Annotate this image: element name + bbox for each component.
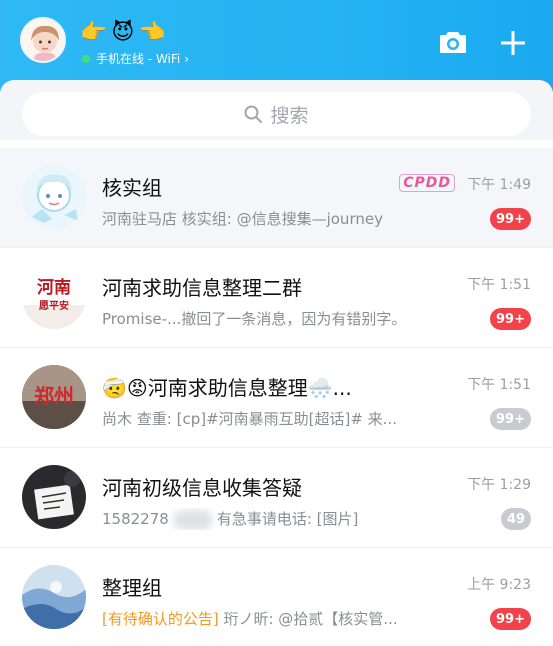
unread-badge: 99+ [490, 308, 531, 330]
preview-end: 有急事请电话: [图片] [216, 510, 359, 528]
chat-title: 河南求助信息整理二群 [102, 276, 302, 300]
chat-item-henan-help-group-2[interactable]: 河南 愿平安 河南求助信息整理二群 Promise-...撤回了一条消息，因为有… [0, 248, 553, 348]
title-text: 河南求助信息整理🌨️... [147, 376, 352, 400]
add-button[interactable] [500, 30, 526, 56]
smiling-devil-emoji: 😈 [111, 20, 135, 45]
chat-list: 核实组 河南驻马店 核实组: @信息搜集—journey CPDD 下午 1:4… [0, 148, 553, 646]
chat-avatar [22, 165, 86, 229]
online-dot-icon [82, 54, 90, 63]
chat-time: 上午 9:23 [467, 577, 531, 593]
chat-item-hesh-group[interactable]: 核实组 河南驻马店 核实组: @信息搜集—journey CPDD 下午 1:4… [0, 148, 553, 248]
chat-preview: [有待确认的公告] 珩ノ昕: @拾贰【核实管... [102, 608, 398, 629]
chat-avatar [22, 565, 86, 629]
pointing-right-emoji: 👉 [80, 20, 108, 45]
chat-time: 下午 1:29 [467, 477, 531, 493]
top-bar: 👉 😈 👈 手机在线 - WiFi › [0, 0, 553, 92]
chat-preview: 尚木 查重: [cp]#河南暴雨互助[超话]# 来... [102, 410, 397, 428]
chat-title: 河南初级信息收集答疑 [102, 476, 302, 500]
preview-text: 珩ノ昕: @拾贰【核实管... [218, 610, 398, 628]
search-icon [244, 105, 263, 123]
unread-badge: 49 [500, 508, 531, 530]
chat-avatar: 郑州 [22, 365, 86, 429]
chat-title: 整理组 [102, 576, 162, 600]
my-avatar[interactable] [20, 17, 66, 63]
search-bar[interactable]: 搜索 [22, 92, 531, 136]
camera-icon [440, 32, 466, 53]
online-status-text: 手机在线 - WiFi [96, 52, 181, 66]
chat-list-screen: 👉 😈 👈 手机在线 - WiFi › 搜索 核实组 河南驻马店 核实组: @信… [0, 0, 553, 646]
chat-item-henan-help-group[interactable]: 郑州 🤕😡河南求助信息整理🌨️... 尚木 查重: [cp]#河南暴雨互助[超话… [0, 348, 553, 448]
unread-badge: 99+ [490, 608, 531, 630]
chat-time: 下午 1:49 [467, 177, 531, 193]
camera-button[interactable] [439, 30, 467, 54]
nickname-emojis: 👉 😈 👈 [80, 20, 166, 46]
search-placeholder: 搜索 [270, 104, 309, 127]
preview-start: 1582278 [102, 510, 169, 528]
chat-time: 下午 1:51 [467, 377, 531, 393]
plus-icon [501, 31, 525, 55]
unread-badge: 99+ [490, 408, 531, 430]
chevron-right-icon: › [184, 51, 190, 66]
chat-item-organize-group[interactable]: 整理组 [有待确认的公告] 珩ノ昕: @拾贰【核实管... 上午 9:23 99… [0, 548, 553, 646]
unread-badge: 99+ [490, 208, 531, 230]
redacted-blur [172, 509, 213, 530]
chat-avatar: 河南 愿平安 [22, 265, 86, 329]
chat-avatar [22, 465, 86, 529]
avatar-text-henan: 河南 [37, 277, 71, 298]
title-emoji: 🤕😡 [102, 376, 148, 400]
cpdd-tag: CPDD [399, 174, 455, 192]
pending-notice-tag: [有待确认的公告] [102, 610, 219, 628]
chat-preview: 1582278 有急事请电话: [图片] [102, 508, 358, 530]
chat-time: 下午 1:51 [467, 277, 531, 293]
pointing-left-emoji: 👈 [138, 20, 166, 45]
chat-title: 🤕😡河南求助信息整理🌨️... [102, 372, 352, 401]
avatar-text-peace: 愿平安 [39, 299, 69, 312]
online-status[interactable]: 手机在线 - WiFi › [82, 50, 189, 67]
avatar-text-zhengzhou: 郑州 [34, 384, 74, 408]
chat-title: 核实组 [102, 176, 162, 200]
chat-item-henan-info-qa[interactable]: 河南初级信息收集答疑 1582278 有急事请电话: [图片] 下午 1:29 4… [0, 448, 553, 548]
chat-preview: Promise-...撤回了一条消息，因为有错别字。 [102, 310, 407, 328]
chat-preview: 河南驻马店 核实组: @信息搜集—journey [102, 210, 383, 228]
